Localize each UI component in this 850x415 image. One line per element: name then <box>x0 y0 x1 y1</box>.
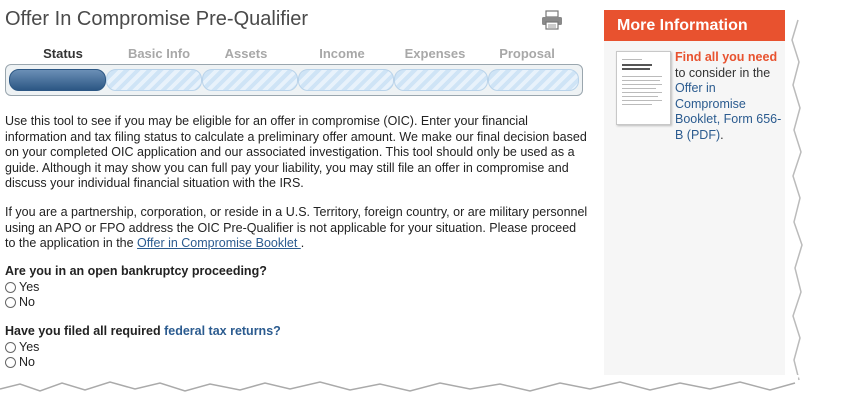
tax-returns-yes-radio[interactable] <box>5 341 16 353</box>
progress-bar <box>5 64 583 96</box>
progress-segment-basic-info <box>106 69 202 91</box>
booklet-cover-thumbnail[interactable] <box>616 51 671 125</box>
step-proposal: Proposal <box>499 46 555 61</box>
tax-returns-no-option[interactable]: No <box>5 355 35 369</box>
page-title: Offer In Compromise Pre-Qualifier <box>5 8 309 30</box>
tax-returns-question-text: Have you filed all required <box>5 324 165 338</box>
find-all-you-need-text: Find all you need <box>675 50 778 64</box>
step-expenses: Expenses <box>404 46 466 61</box>
sidebar-period: . <box>720 127 724 142</box>
bankruptcy-no-radio[interactable] <box>5 296 16 308</box>
print-icon[interactable] <box>541 10 563 30</box>
tax-returns-no-radio[interactable] <box>5 356 16 368</box>
intro-paragraph: Use this tool to see if you may be eligi… <box>5 114 587 190</box>
federal-tax-returns-link[interactable]: federal tax returns? <box>164 324 281 338</box>
tax-returns-yes-label: Yes <box>19 340 40 354</box>
tax-returns-yes-option[interactable]: Yes <box>5 340 39 354</box>
torn-edge-bottom <box>0 375 800 392</box>
bankruptcy-no-label: No <box>19 295 35 309</box>
progress-segment-income <box>298 69 394 91</box>
bankruptcy-yes-label: Yes <box>19 280 40 294</box>
bankruptcy-no-option[interactable]: No <box>5 295 35 309</box>
more-information-text: Find all you need to consider in the Off… <box>675 50 783 143</box>
bankruptcy-yes-radio[interactable] <box>5 281 16 293</box>
bankruptcy-yes-option[interactable]: Yes <box>5 280 39 294</box>
step-income: Income <box>319 46 365 61</box>
form-656b-link[interactable]: Offer in Compromise Booklet, Form 656-B … <box>675 81 781 142</box>
progress-segment-proposal <box>488 69 579 91</box>
consider-text: to consider in the <box>675 65 771 80</box>
step-basic-info: Basic Info <box>127 46 191 61</box>
step-status: Status <box>43 46 83 61</box>
main-content: Offer In Compromise Pre-Qualifier Status… <box>0 0 600 395</box>
more-information-panel: More Information Find all you need to co… <box>604 10 785 375</box>
eligibility-paragraph: If you are a partnership, corporation, o… <box>5 205 588 252</box>
step-labels: Status Basic Info Assets Income Expenses… <box>5 46 585 62</box>
progress-segment-assets <box>202 69 298 91</box>
torn-edge-right <box>790 0 850 415</box>
step-assets: Assets <box>224 46 268 61</box>
progress-segment-expenses <box>394 69 488 91</box>
oic-booklet-link[interactable]: Offer in Compromise Booklet <box>137 236 301 250</box>
bankruptcy-question: Are you in an open bankruptcy proceeding… <box>5 264 267 278</box>
tax-returns-no-label: No <box>19 355 35 369</box>
tax-returns-question: Have you filed all required federal tax … <box>5 324 281 338</box>
progress-segment-status <box>9 69 106 91</box>
more-information-title: More Information <box>604 10 785 41</box>
eligibility-text-end: . <box>300 236 305 250</box>
